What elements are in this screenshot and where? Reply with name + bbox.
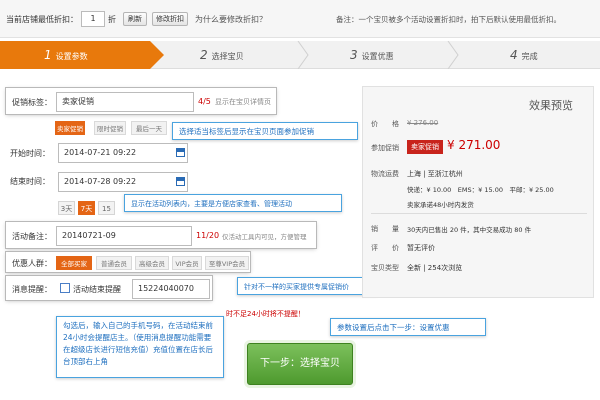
remark-label: 活动备注： — [12, 232, 52, 241]
remark-row: 活动备注： 20140721-09 11/20 仅活动工具内可见，方便管理 — [6, 222, 316, 248]
review-label: 评 价 — [371, 244, 399, 252]
step-3-number: 3 — [350, 48, 358, 62]
promo-tag-count: 4/5 — [198, 97, 211, 106]
crowd-senior-member[interactable]: 高级会员 — [135, 256, 169, 270]
start-time-label: 开始时间： — [10, 149, 50, 158]
min-discount-input[interactable]: 1 — [81, 11, 105, 27]
step-3-label: 设置优惠 — [361, 52, 394, 61]
step-4-number: 4 — [510, 48, 518, 62]
duration-7-days[interactable]: 7天 — [78, 201, 95, 215]
step-separator-icon — [297, 41, 309, 69]
tag-option-last-day[interactable]: 最后一天 — [131, 121, 167, 135]
refresh-button[interactable]: 刷新 — [123, 12, 147, 26]
step-2: 2 选择宝贝 — [200, 41, 244, 69]
next-tooltip: 参数设置后点击下一步：设置优惠 — [330, 318, 486, 336]
shipping-note: 卖家承诺48小时内发货 — [407, 201, 474, 209]
tag-option-seller[interactable]: 卖家促销 — [55, 121, 85, 135]
crowd-all-buyers[interactable]: 全部买家 — [56, 256, 92, 270]
logistics-route: 上海 | 至浙江杭州 — [407, 170, 463, 178]
duration-15-days[interactable]: 15 — [98, 201, 115, 215]
crowd-label: 优惠人群： — [12, 259, 52, 268]
modify-discount-button[interactable]: 修改折扣 — [152, 12, 188, 26]
remind-tooltip: 勾选后，输入自己的手机号码，在活动结束前24小时会提醒店主。（使用消息提醒功能需… — [56, 316, 224, 378]
remind-row: 消息提醒： 活动结束提醒 15224040070 — [6, 276, 212, 300]
remind-label: 消息提醒： — [12, 285, 52, 294]
price-label: 价 格 — [371, 120, 399, 128]
promo-tag-label: 促销标签： — [12, 98, 52, 107]
sales-value: 30天内已售出 20 件，其中交易成功 80 件 — [407, 226, 532, 234]
calendar-icon[interactable] — [176, 177, 185, 186]
discount-unit: 折 — [108, 15, 116, 24]
crowd-supreme-vip[interactable]: 至尊VIP会员 — [205, 256, 249, 270]
why-modify-link[interactable]: 为什么要修改折扣？ — [195, 14, 267, 25]
step-3: 3 设置优惠 — [350, 41, 394, 69]
step-1: 1 设置参数 — [0, 41, 164, 69]
top-bar: 当前店铺最低折扣： 1 折 刷新 修改折扣 为什么要修改折扣？ 备注：一个宝贝被… — [0, 0, 600, 38]
step-2-number: 2 — [200, 48, 208, 62]
end-time-input[interactable]: 2014-07-28 09:22 — [58, 172, 188, 192]
divider — [371, 213, 587, 214]
remark-input[interactable]: 20140721-09 — [56, 226, 192, 246]
remark-count: 11/20 — [196, 231, 220, 240]
step-4: 4 完成 — [510, 41, 538, 69]
step-1-label: 设置参数 — [55, 52, 88, 61]
step-1-number: 1 — [44, 48, 52, 62]
calendar-icon[interactable] — [176, 148, 185, 157]
crowd-tooltip: 针对不一样的买家提供专属促销价 — [237, 277, 377, 295]
tag-option-limited[interactable]: 限时促销 — [94, 121, 126, 135]
remark-hint: 仅活动工具内可见，方便管理 — [222, 233, 307, 241]
remind-checkbox-label: 活动结束提醒 — [73, 285, 121, 294]
crowd-vip-member[interactable]: VIP会员 — [172, 256, 202, 270]
topbar-note: 备注：一个宝贝被多个活动设置折扣时，拍下后默认使用最低折扣。 — [336, 15, 561, 24]
start-time-input[interactable]: 2014-07-21 09:22 — [58, 143, 188, 163]
promo-tag-hint: 显示在宝贝详情页 — [215, 98, 271, 106]
promo-label: 参加促销 — [371, 144, 399, 152]
tag-tooltip: 选择适当标签后显示在宝贝页面参加促销 — [172, 122, 358, 140]
remind-warning: 时不足24小时将不提醒！ — [226, 310, 305, 318]
step-2-label: 选择宝贝 — [211, 52, 244, 61]
original-price: ¥ 276.00 — [407, 119, 439, 127]
preview-panel: 效果预览 价 格 ¥ 276.00 参加促销 卖家促销 ¥ 271.00 物流运… — [362, 86, 594, 298]
duration-3-days[interactable]: 3天 — [58, 201, 75, 215]
remark-tooltip: 显示在活动列表内，主要是方便店家查看、管理活动 — [124, 194, 342, 212]
step-separator-icon — [447, 41, 459, 69]
min-discount-label: 当前店铺最低折扣： — [6, 15, 78, 24]
item-type-value: 全新 | 254次浏览 — [407, 264, 463, 272]
remind-checkbox[interactable] — [60, 283, 70, 293]
step-progress: 1 设置参数 2 选择宝贝 3 设置优惠 4 完成 — [0, 41, 600, 69]
crowd-row: 优惠人群： 全部买家 普通会员 高级会员 VIP会员 至尊VIP会员 — [6, 252, 250, 272]
review-value: 暂无评价 — [407, 244, 435, 252]
sales-label: 销 量 — [371, 225, 399, 233]
preview-title: 效果预览 — [529, 99, 573, 112]
next-step-button[interactable]: 下一步：选择宝贝 — [247, 343, 353, 385]
promo-badge: 卖家促销 — [407, 140, 443, 154]
item-type-label: 宝贝类型 — [371, 264, 399, 272]
logistics-label: 物流运费 — [371, 170, 399, 178]
shipping-fees: 快递：¥ 10.00 EMS：¥ 15.00 平邮：¥ 25.00 — [407, 186, 554, 194]
step-4-label: 完成 — [521, 52, 538, 61]
phone-input[interactable]: 15224040070 — [132, 279, 210, 299]
promo-price: ¥ 271.00 — [447, 138, 501, 152]
crowd-normal-member[interactable]: 普通会员 — [96, 256, 132, 270]
end-time-label: 结束时间： — [10, 177, 50, 186]
promo-tag-input[interactable]: 卖家促销 — [56, 92, 194, 112]
promo-tag-row: 促销标签： 卖家促销 4/5 显示在宝贝详情页 — [6, 88, 276, 114]
